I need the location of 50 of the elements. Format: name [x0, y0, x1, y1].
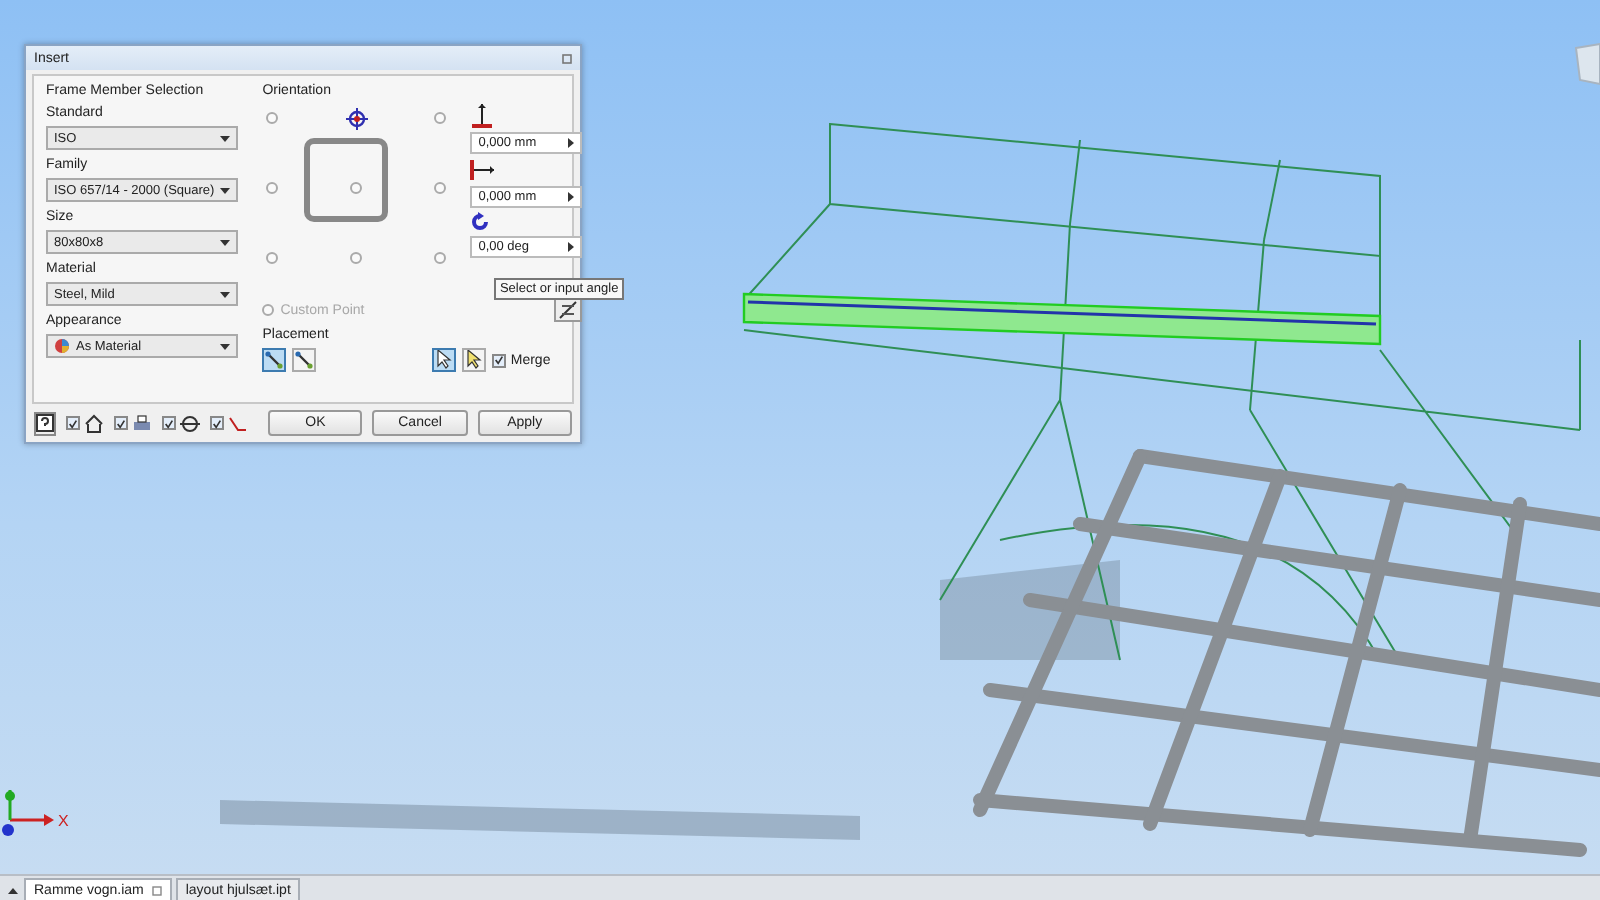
placement-mode-button[interactable] — [292, 348, 317, 372]
vertical-offset-icon — [470, 104, 495, 128]
anchor-radio[interactable] — [434, 252, 447, 264]
close-button[interactable] — [562, 53, 572, 63]
rotate-icon — [470, 212, 491, 232]
anchor-radio[interactable] — [266, 112, 279, 124]
arrow-right-icon — [568, 242, 575, 252]
mirror-icon — [558, 300, 579, 320]
anchor-radio[interactable] — [350, 182, 363, 194]
checkbox[interactable] — [66, 416, 81, 430]
printer-icon — [132, 413, 153, 433]
select-button[interactable] — [432, 348, 457, 372]
help-icon — [36, 414, 55, 432]
angle-icon — [228, 413, 249, 433]
select-button[interactable] — [462, 348, 487, 372]
checkmark-icon — [68, 417, 79, 429]
dropdown-arrow-icon — [220, 187, 231, 193]
line-endpoints-icon — [294, 350, 315, 370]
close-icon — [151, 885, 162, 895]
placement-mode-button[interactable] — [262, 348, 287, 372]
anchor-radio[interactable] — [434, 182, 447, 194]
arrow-up-icon — [7, 887, 17, 893]
anchor-radio[interactable] — [266, 182, 279, 194]
checkmark-icon — [116, 417, 127, 429]
dropdown-arrow-icon — [220, 239, 231, 245]
horizontal-offset-icon — [470, 158, 495, 182]
house-icon — [84, 413, 105, 433]
axis-triad-icon — [2, 790, 54, 836]
dropdown-arrow-icon — [220, 135, 231, 141]
arrow-right-icon — [568, 192, 575, 202]
dropdown-arrow-icon — [220, 291, 231, 297]
anchor-radio[interactable] — [434, 112, 447, 124]
close-icon — [562, 53, 572, 63]
checkbox[interactable] — [162, 416, 177, 430]
checkmark-icon — [494, 354, 505, 366]
checkbox[interactable] — [114, 416, 129, 430]
dropdown-arrow-icon — [220, 343, 231, 349]
anchor-target-icon[interactable] — [346, 108, 369, 130]
flip-button[interactable] — [554, 298, 583, 322]
circle-icon — [180, 413, 201, 433]
checkmark-icon — [212, 417, 223, 429]
line-endpoints-icon — [264, 350, 285, 370]
checkbox[interactable] — [210, 416, 225, 430]
axis-label: X — [58, 812, 69, 830]
help-button[interactable] — [34, 411, 57, 435]
color-ball-icon — [54, 338, 70, 354]
checkmark-icon — [164, 417, 175, 429]
arrow-right-icon — [568, 138, 575, 148]
anchor-radio[interactable] — [350, 252, 363, 264]
anchor-radio[interactable] — [266, 252, 279, 264]
